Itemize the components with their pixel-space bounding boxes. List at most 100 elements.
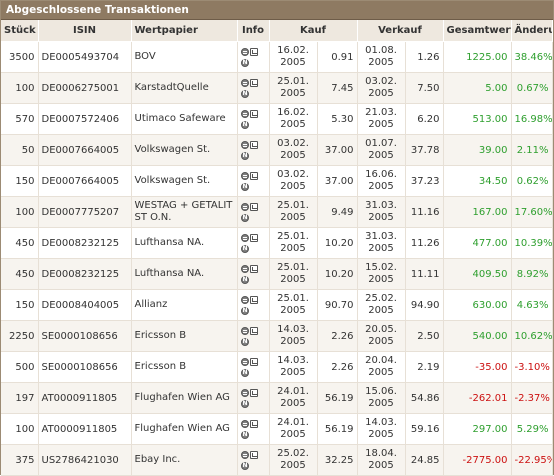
cell-info bbox=[237, 413, 270, 445]
col-header-kauf[interactable]: Kauf bbox=[269, 20, 358, 42]
chart-icon[interactable] bbox=[249, 326, 258, 335]
cell-verkauf-date: 21.03. 2005 bbox=[357, 103, 406, 135]
cell-kauf-price: 37.00 bbox=[317, 134, 358, 166]
security-name-link[interactable]: Ebay Inc. bbox=[135, 454, 181, 465]
news-icon[interactable] bbox=[240, 275, 249, 284]
security-name-link[interactable]: Flughafen Wien AG bbox=[135, 392, 230, 403]
document-icon[interactable] bbox=[240, 295, 249, 304]
chart-icon[interactable] bbox=[249, 357, 258, 366]
security-name-link[interactable]: Flughafen Wien AG bbox=[135, 423, 230, 434]
cell-verkauf-date: 31.03. 2005 bbox=[357, 196, 406, 228]
chart-icon[interactable] bbox=[249, 202, 258, 211]
cell-stueck: 450 bbox=[1, 227, 39, 259]
cell-verkauf-price: 7.50 bbox=[405, 72, 444, 104]
news-icon[interactable] bbox=[240, 182, 249, 191]
security-name-link[interactable]: Ericsson B bbox=[135, 361, 187, 372]
news-icon[interactable] bbox=[240, 337, 249, 346]
chart-icon[interactable] bbox=[249, 419, 258, 428]
security-name-link[interactable]: Volkswagen St. bbox=[135, 175, 211, 186]
news-icon[interactable] bbox=[240, 120, 249, 129]
cell-info bbox=[237, 134, 270, 166]
chart-icon[interactable] bbox=[249, 264, 258, 273]
verkauf-date-day: 20.05. bbox=[365, 324, 397, 335]
document-icon[interactable] bbox=[240, 450, 249, 459]
document-icon[interactable] bbox=[240, 264, 249, 273]
cell-verkauf-price: 59.16 bbox=[405, 413, 444, 445]
document-icon[interactable] bbox=[240, 78, 249, 87]
cell-verkauf-price: 2.50 bbox=[405, 320, 444, 352]
document-icon[interactable] bbox=[240, 233, 249, 242]
document-icon[interactable] bbox=[240, 109, 249, 118]
news-icon[interactable] bbox=[240, 213, 249, 222]
chart-icon[interactable] bbox=[249, 109, 258, 118]
news-icon[interactable] bbox=[240, 399, 249, 408]
kauf-date-year: 2005 bbox=[280, 274, 306, 285]
kauf-date-year: 2005 bbox=[280, 88, 306, 99]
cell-gesamtwert: 167.00 bbox=[443, 196, 512, 228]
news-icon[interactable] bbox=[240, 89, 249, 98]
security-name-link[interactable]: KarstadtQuelle bbox=[135, 82, 209, 93]
security-name-link[interactable]: WESTAG + GETALIT ST O.N. bbox=[135, 200, 233, 223]
document-icon[interactable] bbox=[240, 326, 249, 335]
table-row: 100 DE0006275001 KarstadtQuelle 25.01.20… bbox=[1, 72, 553, 104]
chart-icon[interactable] bbox=[249, 295, 258, 304]
document-icon[interactable] bbox=[240, 357, 249, 366]
news-icon[interactable] bbox=[240, 430, 249, 439]
chart-icon[interactable] bbox=[249, 140, 258, 149]
col-header-verkauf[interactable]: Verkauf bbox=[357, 20, 444, 42]
document-icon[interactable] bbox=[240, 47, 249, 56]
security-name-link[interactable]: BOV bbox=[135, 51, 156, 62]
col-header-aenderung[interactable]: Änderung bbox=[511, 20, 553, 42]
cell-wertpapier: BOV bbox=[131, 41, 238, 73]
col-header-wertpapier[interactable]: Wertpapier bbox=[131, 20, 238, 42]
chart-icon[interactable] bbox=[249, 171, 258, 180]
chart-icon[interactable] bbox=[249, 78, 258, 87]
news-icon[interactable] bbox=[240, 306, 249, 315]
news-icon[interactable] bbox=[240, 151, 249, 160]
security-name-link[interactable]: Allianz bbox=[135, 299, 168, 310]
cell-verkauf-price: 1.26 bbox=[405, 41, 444, 73]
chart-icon[interactable] bbox=[249, 47, 258, 56]
document-icon[interactable] bbox=[240, 171, 249, 180]
table-row: 150 DE0008404005 Allianz 25.01.2005 90.7… bbox=[1, 289, 553, 321]
security-name-link[interactable]: Lufthansa NA. bbox=[135, 268, 205, 279]
document-icon[interactable] bbox=[240, 388, 249, 397]
security-name-link[interactable]: Ericsson B bbox=[135, 330, 187, 341]
security-name-link[interactable]: Volkswagen St. bbox=[135, 144, 211, 155]
news-icon[interactable] bbox=[240, 461, 249, 470]
security-name-link[interactable]: Lufthansa NA. bbox=[135, 237, 205, 248]
news-icon[interactable] bbox=[240, 368, 249, 377]
col-header-gesamtwert[interactable]: Gesamtwert bbox=[443, 20, 512, 42]
cell-isin: DE0006275001 bbox=[38, 72, 132, 104]
cell-kauf-price: 56.19 bbox=[317, 413, 358, 445]
news-icon[interactable] bbox=[240, 244, 249, 253]
news-icon[interactable] bbox=[240, 58, 249, 67]
document-icon[interactable] bbox=[240, 140, 249, 149]
verkauf-date-day: 31.03. bbox=[365, 200, 397, 211]
cell-kauf-date: 25.02. 2005 bbox=[269, 444, 318, 476]
document-icon[interactable] bbox=[240, 202, 249, 211]
verkauf-date-day: 18.04. bbox=[365, 448, 397, 459]
cell-aenderung: 5.29% bbox=[511, 413, 553, 445]
cell-aenderung: 10.62% bbox=[511, 320, 553, 352]
cell-info bbox=[237, 165, 270, 197]
cell-aenderung: 16.98% bbox=[511, 103, 553, 135]
cell-info bbox=[237, 196, 270, 228]
document-icon[interactable] bbox=[240, 419, 249, 428]
table-header-row: Stück ISIN Wertpapier Info Kauf Verkauf … bbox=[1, 20, 553, 42]
cell-stueck: 100 bbox=[1, 413, 39, 445]
cell-verkauf-price: 37.78 bbox=[405, 134, 444, 166]
table-row: 100 AT0000911805 Flughafen Wien AG 24.01… bbox=[1, 413, 553, 445]
col-header-stueck[interactable]: Stück bbox=[1, 20, 39, 42]
cell-wertpapier: Volkswagen St. bbox=[131, 165, 238, 197]
cell-aenderung: -2.37% bbox=[511, 382, 553, 414]
security-name-link[interactable]: Utimaco Safeware bbox=[135, 113, 226, 124]
chart-icon[interactable] bbox=[249, 450, 258, 459]
cell-kauf-price: 32.25 bbox=[317, 444, 358, 476]
verkauf-date-year: 2005 bbox=[368, 212, 394, 223]
cell-verkauf-date: 01.07. 2005 bbox=[357, 134, 406, 166]
chart-icon[interactable] bbox=[249, 388, 258, 397]
chart-icon[interactable] bbox=[249, 233, 258, 242]
cell-wertpapier: KarstadtQuelle bbox=[131, 72, 238, 104]
col-header-isin[interactable]: ISIN bbox=[38, 20, 132, 42]
